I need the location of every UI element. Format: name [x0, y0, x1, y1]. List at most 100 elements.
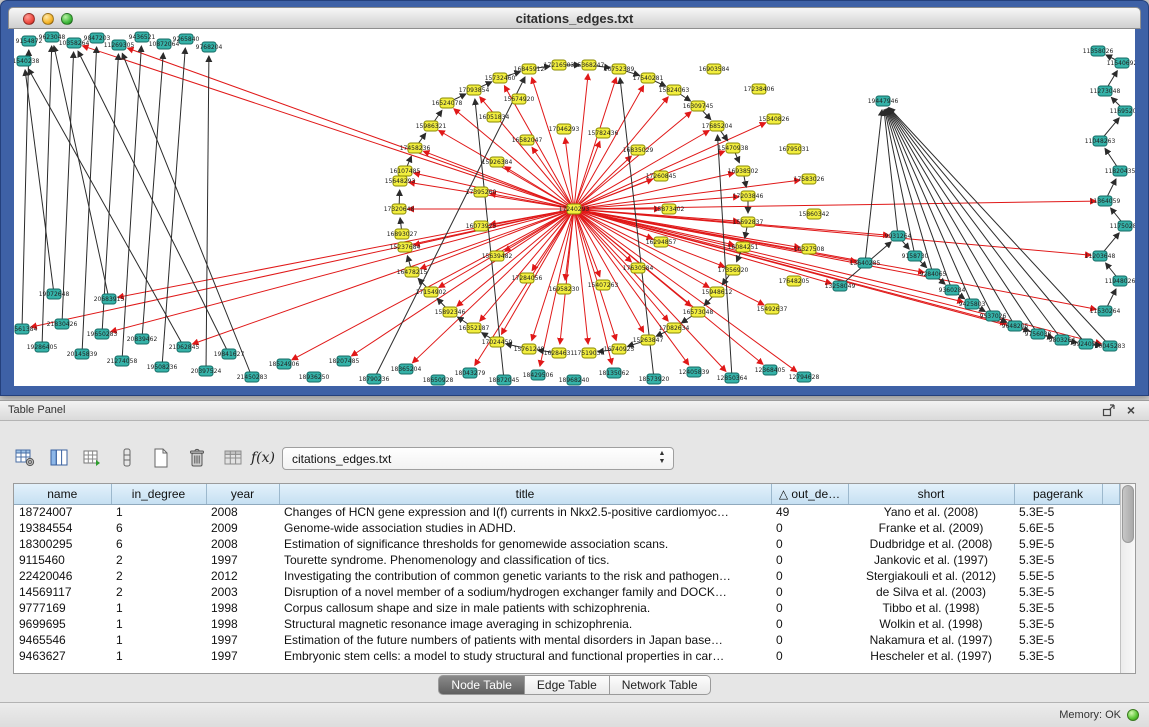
edge[interactable]	[574, 201, 1096, 209]
graph-node[interactable]: 19650283	[87, 329, 118, 339]
edge[interactable]	[352, 209, 575, 356]
graph-node[interactable]: 15470938	[718, 143, 749, 153]
graph-node[interactable]: 15948612	[702, 287, 733, 297]
graph-node[interactable]: 17583026	[794, 174, 825, 184]
graph-node[interactable]: 21830426	[47, 319, 78, 329]
graph-node[interactable]: 17260845	[646, 171, 677, 181]
graph-node[interactable]: 17238406	[744, 84, 775, 94]
edge[interactable]	[28, 69, 184, 347]
graph-node[interactable]: 21450283	[237, 372, 268, 382]
graph-node[interactable]: 9265840	[173, 34, 200, 44]
graph-node[interactable]: 13640285	[850, 258, 881, 268]
edge[interactable]	[574, 180, 800, 209]
graph-node[interactable]: 17093854	[459, 85, 490, 95]
graph-node[interactable]: 9768204	[196, 42, 223, 52]
table-scrollbar-thumb[interactable]	[1122, 485, 1134, 543]
graph-node[interactable]: 12850364	[717, 373, 748, 383]
graph-node[interactable]: 9284065	[920, 269, 947, 279]
edge[interactable]	[574, 112, 691, 209]
graph-node[interactable]: 19447946	[868, 96, 899, 106]
graph-node[interactable]: 16903584	[699, 64, 730, 74]
table-row[interactable]: 1938455462009Genome-wide association stu…	[14, 520, 1120, 536]
edge[interactable]	[439, 209, 574, 288]
graph-node[interactable]: 17046293	[549, 124, 580, 134]
column-header-in-degree[interactable]: in_degree	[111, 484, 206, 504]
graph-node[interactable]: 11540692	[1107, 58, 1135, 68]
graph-node[interactable]: 15873402	[654, 204, 685, 214]
graph-node[interactable]: 11269305	[104, 40, 135, 50]
graph-node[interactable]: 16582047	[512, 135, 543, 145]
column-header-pagerank[interactable]: pagerank	[1014, 484, 1102, 504]
graph-node[interactable]: 20145839	[67, 349, 98, 359]
graph-node[interactable]: 12368405	[755, 365, 786, 375]
node-table-grid[interactable]: namein_degreeyeartitle△ out_de…shortpage…	[14, 484, 1120, 664]
edge[interactable]	[439, 131, 574, 210]
function-builder-button[interactable]: f(x)	[250, 445, 276, 471]
graph-node[interactable]: 15860342	[799, 209, 830, 219]
graph-node[interactable]: 9031264	[885, 231, 912, 241]
graph-node[interactable]: 11695203	[1110, 106, 1135, 116]
graph-node[interactable]: 9360284	[939, 285, 966, 295]
graph-node[interactable]: 15824063	[659, 85, 690, 95]
graph-node[interactable]: 18135062	[599, 368, 630, 378]
graph-node[interactable]: 18872045	[489, 375, 520, 385]
graph-node[interactable]: 9425803	[959, 299, 986, 309]
tab-edge-table[interactable]: Edge Table	[524, 675, 610, 695]
graph-node[interactable]: 18524906	[269, 359, 300, 369]
graph-node[interactable]: 17203846	[733, 191, 764, 201]
graph-node[interactable]: 11048263	[1085, 136, 1116, 146]
graph-node[interactable]: 16893027	[387, 229, 418, 239]
column-header-year[interactable]: year	[206, 484, 279, 504]
graph-node[interactable]: 20397524	[191, 366, 222, 376]
table-row[interactable]: 1456911722003Disruption of a novel membe…	[14, 584, 1120, 600]
graph-node[interactable]: 16327508	[794, 244, 825, 254]
graph-node[interactable]: 19286405	[27, 342, 58, 352]
graph-node[interactable]: 17024459	[482, 337, 513, 347]
graph-node[interactable]: 11364059	[1090, 196, 1121, 206]
graph-node[interactable]: 16958230	[549, 284, 580, 294]
import-table-button[interactable]	[80, 445, 106, 471]
edge[interactable]	[886, 110, 952, 291]
graph-node[interactable]: 15492637	[757, 304, 788, 314]
edge[interactable]	[142, 53, 163, 339]
graph-node[interactable]: 11203648	[1085, 251, 1116, 261]
graph-node[interactable]: 11358026	[1083, 46, 1114, 56]
delete-column-button[interactable]	[184, 445, 210, 471]
graph-node[interactable]: 20561384	[14, 324, 37, 334]
select-rows-button[interactable]	[114, 445, 140, 471]
graph-node[interactable]: 17320648	[384, 204, 415, 214]
graph-node[interactable]: 16835029	[623, 145, 654, 155]
graph-node[interactable]: 18365204	[391, 364, 422, 374]
network-canvas[interactable]: 1724029316284631157612481702445916352187…	[14, 29, 1135, 386]
edge[interactable]	[162, 48, 185, 367]
graph-node[interactable]: 17648205	[779, 276, 810, 286]
graph-node[interactable]: 18429506	[523, 370, 554, 380]
graph-node[interactable]: 9648205	[1002, 321, 1029, 331]
graph-node[interactable]: 17630584	[623, 263, 654, 273]
graph-node[interactable]: 16938502	[728, 166, 759, 176]
graph-node[interactable]: 11948026	[1105, 276, 1135, 286]
graph-node[interactable]: 17458236	[400, 143, 431, 153]
graph-node[interactable]: 10045283	[1095, 341, 1126, 351]
graph-node[interactable]: 16795031	[779, 144, 810, 154]
graph-node[interactable]: 17685204	[702, 121, 733, 131]
show-columns-button[interactable]	[46, 445, 72, 471]
graph-node[interactable]: 9803264	[1049, 335, 1076, 345]
graph-node[interactable]: 15782436	[588, 128, 619, 138]
edge[interactable]	[574, 131, 709, 210]
edge[interactable]	[122, 53, 252, 377]
edge[interactable]	[206, 56, 209, 371]
graph-node[interactable]: 17519036	[574, 348, 605, 358]
graph-node[interactable]: 11540238	[14, 56, 39, 66]
graph-node[interactable]: 15926384	[482, 157, 513, 167]
graph-node[interactable]: 16740925	[604, 344, 635, 354]
graph-node[interactable]: 15368247	[574, 60, 605, 70]
graph-node[interactable]: 16573048	[683, 307, 714, 317]
table-row[interactable]: 1872400712008Changes of HCN gene express…	[14, 504, 1120, 520]
edge[interactable]	[82, 47, 97, 354]
citation-network-graph[interactable]: 1724029316284631157612481702445916352187…	[14, 29, 1135, 386]
graph-node[interactable]: 9756038	[1025, 329, 1052, 339]
graph-node[interactable]: 19508236	[147, 362, 178, 372]
new-column-button[interactable]	[148, 445, 174, 471]
table-row[interactable]: 946362711997Embryonic stem cells: a mode…	[14, 648, 1120, 664]
